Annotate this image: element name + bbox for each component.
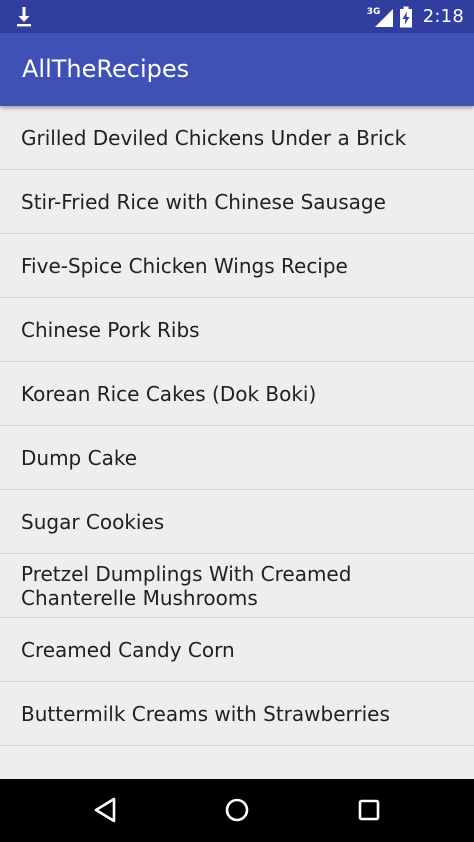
recipe-title: Korean Rice Cakes (Dok Boki) bbox=[21, 381, 317, 406]
recipe-list-item[interactable]: Chinese Pork Ribs bbox=[0, 298, 474, 362]
recipe-list-item[interactable]: Dump Cake bbox=[0, 426, 474, 490]
app-screen: 3G 2:18 AllTheRecipes Grilled Deviled Ch… bbox=[0, 0, 474, 842]
recipe-list-item[interactable]: Five-Spice Chicken Wings Recipe bbox=[0, 234, 474, 298]
recents-icon[interactable] bbox=[355, 796, 383, 824]
app-bar: AllTheRecipes bbox=[0, 33, 474, 106]
recipe-title: Grilled Deviled Chickens Under a Brick bbox=[21, 125, 407, 150]
recipe-list-item[interactable]: Buttermilk Creams with Strawberries bbox=[0, 682, 474, 746]
network-indicator: 3G bbox=[367, 6, 393, 28]
status-indicators: 3G 2:18 bbox=[367, 0, 464, 33]
recipe-list-item[interactable]: Stir-Fried Rice with Chinese Sausage bbox=[0, 170, 474, 234]
app-title: AllTheRecipes bbox=[22, 55, 190, 83]
recipe-title: Pretzel Dumplings With Creamed Chanterel… bbox=[21, 561, 352, 610]
navigation-bar bbox=[0, 779, 474, 842]
battery-charging-icon bbox=[399, 6, 412, 27]
recipe-list-item[interactable]: Pretzel Dumplings With Creamed Chanterel… bbox=[0, 554, 474, 618]
recipe-title: Stir-Fried Rice with Chinese Sausage bbox=[21, 189, 386, 214]
recipe-list-item[interactable]: Korean Rice Cakes (Dok Boki) bbox=[0, 362, 474, 426]
recipe-list-item[interactable] bbox=[0, 746, 474, 779]
home-icon[interactable] bbox=[223, 796, 251, 824]
recipe-list-item[interactable]: Sugar Cookies bbox=[0, 490, 474, 554]
recipe-list-item[interactable]: Creamed Candy Corn bbox=[0, 618, 474, 682]
recipe-title: Buttermilk Creams with Strawberries bbox=[21, 701, 390, 726]
download-icon bbox=[17, 7, 31, 27]
recipe-list[interactable]: Grilled Deviled Chickens Under a Brick S… bbox=[0, 106, 474, 779]
recipe-title: Dump Cake bbox=[21, 445, 138, 470]
recipe-list-item[interactable]: Grilled Deviled Chickens Under a Brick bbox=[0, 106, 474, 170]
back-icon[interactable] bbox=[92, 796, 120, 824]
signal-icon bbox=[374, 8, 393, 27]
recipe-title: Sugar Cookies bbox=[21, 509, 165, 534]
recipe-title: Chinese Pork Ribs bbox=[21, 317, 200, 342]
status-bar: 3G 2:18 bbox=[0, 0, 474, 33]
recipe-title: Five-Spice Chicken Wings Recipe bbox=[21, 253, 348, 278]
status-time: 2:18 bbox=[422, 6, 464, 27]
recipe-title: Creamed Candy Corn bbox=[21, 637, 235, 662]
